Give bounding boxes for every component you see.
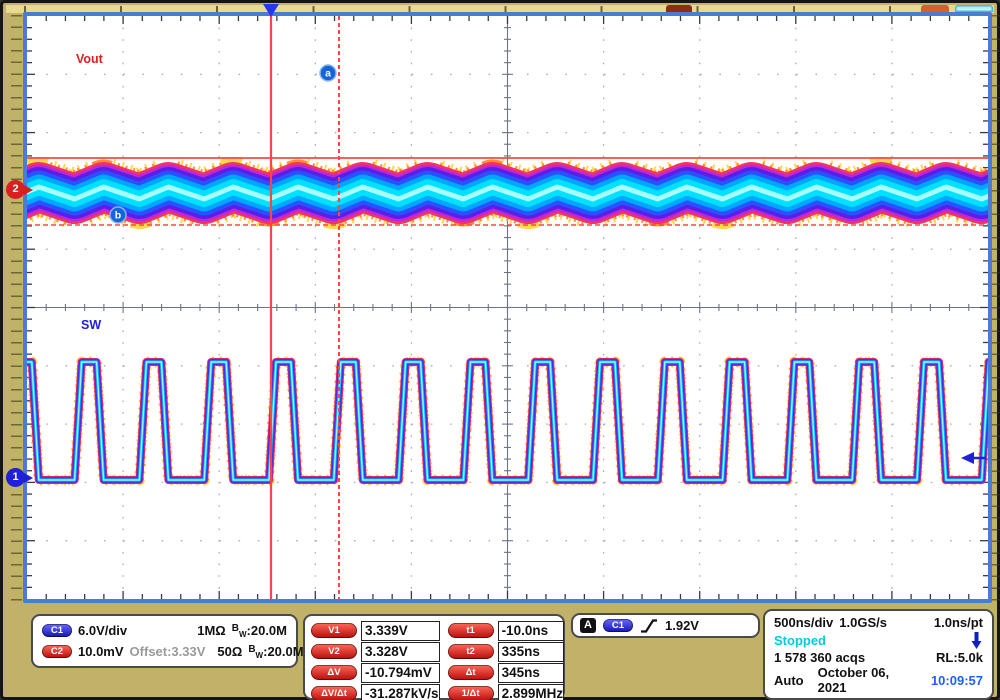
oscilloscope-screen: VoutSWab 2 1 C1 6.0V/div 1MΩ BW:20.0M C2… bbox=[0, 0, 1000, 700]
v2-value: 3.328V bbox=[361, 642, 440, 662]
cursor-readout-panel[interactable]: V1 3.339V V2 3.328V ΔV -10.794mV ΔV/Δt -… bbox=[303, 614, 565, 700]
top-tab-maroon[interactable] bbox=[666, 5, 692, 12]
channel-1-bandwidth: BW:20.0M bbox=[232, 623, 287, 639]
dvdt-badge: ΔV/Δt bbox=[311, 686, 357, 700]
channel-2-offset: Offset:3.33V bbox=[130, 644, 206, 659]
date: October 06, 2021 bbox=[818, 665, 919, 695]
bw-b: B bbox=[248, 644, 255, 655]
rising-edge-icon bbox=[640, 618, 658, 634]
trigger-position-marker[interactable] bbox=[263, 4, 279, 17]
bw-w: W bbox=[239, 630, 247, 639]
channel-1-reference-marker[interactable]: 1 bbox=[6, 468, 25, 487]
acquisition-status-row: Stopped bbox=[774, 630, 983, 650]
trigger-source-badge: C1 bbox=[603, 619, 633, 632]
v1-value: 3.339V bbox=[361, 621, 440, 641]
cursor-row-t2: t2 335ns bbox=[448, 642, 565, 661]
cursor-b-handle[interactable]: b bbox=[110, 207, 126, 223]
bw-w: W bbox=[256, 651, 264, 660]
sw-label: SW bbox=[81, 318, 101, 332]
dt-badge: Δt bbox=[448, 665, 494, 680]
right-frame-ticks bbox=[992, 15, 1000, 601]
1dt-badge: 1/Δt bbox=[448, 686, 494, 700]
acquisition-status: Stopped bbox=[774, 633, 826, 648]
channel-1-scale: 6.0V/div bbox=[78, 623, 127, 638]
datetime-row: Auto October 06, 2021 10:09:57 bbox=[774, 665, 983, 695]
waveform-display: Vout SW a b bbox=[23, 12, 992, 603]
timebase-scale: 500ns/div bbox=[774, 615, 833, 630]
bw-value: :20.0M bbox=[247, 623, 287, 638]
trigger-mode-badge: A bbox=[580, 618, 596, 633]
cursor-row-dv: ΔV -10.794mV bbox=[311, 663, 440, 682]
vout-label: Vout bbox=[76, 52, 104, 66]
t2-value: 335ns bbox=[498, 642, 565, 662]
cursor-row-v2: V2 3.328V bbox=[311, 642, 440, 661]
svg-text:a: a bbox=[325, 68, 331, 80]
svg-text:b: b bbox=[115, 210, 121, 222]
clock-time: 10:09:57 bbox=[931, 673, 983, 688]
scope-frame: VoutSWab 2 1 C1 6.0V/div 1MΩ BW:20.0M C2… bbox=[0, 0, 1000, 700]
sample-resolution: 1.0ns/pt bbox=[934, 615, 983, 630]
channel-settings-panel[interactable]: C1 6.0V/div 1MΩ BW:20.0M C2 10.0mV Offse… bbox=[31, 614, 298, 668]
bw-value: :20.0M bbox=[263, 644, 303, 659]
channel-2-row[interactable]: C2 10.0mV Offset:3.33V 50Ω BW:20.0M bbox=[42, 644, 287, 660]
channel-1-row[interactable]: C1 6.0V/div 1MΩ BW:20.0M bbox=[42, 623, 287, 639]
trigger-panel[interactable]: A C1 1.92V bbox=[571, 613, 760, 638]
channel-2-scale: 10.0mV bbox=[78, 644, 124, 659]
sample-rate: 1.0GS/s bbox=[839, 615, 887, 630]
channel-1-impedance: 1MΩ bbox=[197, 623, 225, 638]
channel-2-impedance: 50Ω bbox=[217, 644, 242, 659]
t2-badge: t2 bbox=[448, 644, 494, 659]
cursor-row-v1: V1 3.339V bbox=[311, 621, 440, 640]
run-stop-arrow-icon bbox=[970, 630, 983, 650]
channel-2-bandwidth: BW:20.0M bbox=[248, 644, 303, 660]
cursor-a-handle[interactable]: a bbox=[320, 65, 336, 81]
bw-b: B bbox=[232, 623, 239, 634]
acquisition-count: 1 578 360 acqs bbox=[774, 650, 865, 665]
t1-badge: t1 bbox=[448, 623, 494, 638]
cursor-row-dt: Δt 345ns bbox=[448, 663, 565, 682]
dv-value: -10.794mV bbox=[361, 663, 440, 683]
left-frame-ticks bbox=[11, 15, 22, 601]
trigger-level: 1.92V bbox=[665, 618, 699, 633]
1dt-value: 2.899MHz bbox=[498, 684, 565, 700]
acquisition-count-row: 1 578 360 acqs RL:5.0k bbox=[774, 650, 983, 665]
record-length: RL:5.0k bbox=[936, 650, 983, 665]
v1-badge: V1 bbox=[311, 623, 357, 638]
v2-badge: V2 bbox=[311, 644, 357, 659]
top-tab-orange[interactable] bbox=[921, 5, 949, 12]
dvdt-value: -31.287kV/s bbox=[361, 684, 440, 700]
voltage-cursor-column: V1 3.339V V2 3.328V ΔV -10.794mV ΔV/Δt -… bbox=[311, 620, 440, 694]
channel-2-reference-marker[interactable]: 2 bbox=[6, 180, 25, 199]
cursor-row-t1: t1 -10.0ns bbox=[448, 621, 565, 640]
top-tab-cyan[interactable] bbox=[955, 5, 993, 12]
t1-value: -10.0ns bbox=[498, 621, 565, 641]
trigger-mode: Auto bbox=[774, 673, 804, 688]
channel-2-badge[interactable]: C2 bbox=[42, 645, 72, 658]
dt-value: 345ns bbox=[498, 663, 565, 683]
cursor-row-dvdt: ΔV/Δt -31.287kV/s bbox=[311, 684, 440, 700]
cursor-row-freq: 1/Δt 2.899MHz bbox=[448, 684, 565, 700]
channel-1-badge[interactable]: C1 bbox=[42, 624, 72, 637]
dv-badge: ΔV bbox=[311, 665, 357, 680]
time-cursor-column: t1 -10.0ns t2 335ns Δt 345ns 1/Δt 2.899M… bbox=[448, 620, 565, 694]
horizontal-panel[interactable]: 500ns/div 1.0GS/s 1.0ns/pt Stopped 1 578… bbox=[763, 609, 994, 700]
timebase-row: 500ns/div 1.0GS/s 1.0ns/pt bbox=[774, 615, 983, 630]
